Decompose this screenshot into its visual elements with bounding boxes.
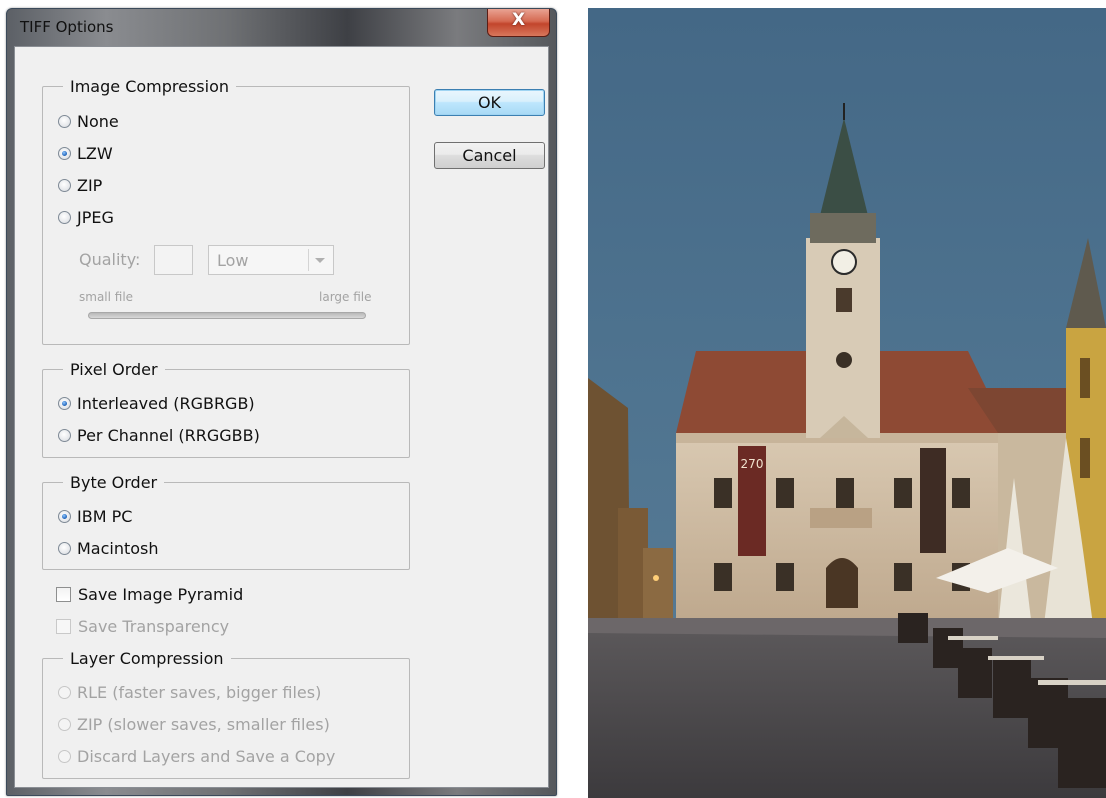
town-hall-photo-illustration: 270 — [588, 8, 1106, 798]
radio-indicator — [58, 685, 71, 699]
compression-zip-radio[interactable]: ZIP — [58, 174, 102, 196]
layer-compression-zip-radio[interactable]: ZIP (slower saves, smaller files) — [58, 713, 330, 735]
town-hall-photo: 270 — [588, 8, 1106, 798]
pixel-order-per-channel-label: Per Channel (RRGGBB) — [77, 425, 260, 445]
close-icon: X — [511, 10, 526, 30]
quality-slider[interactable] — [88, 312, 366, 319]
byte-order-legend: Byte Order — [70, 473, 158, 492]
byte-order-ibm-pc-radio[interactable]: IBM PC — [58, 505, 132, 527]
layer-compression-discard-label: Discard Layers and Save a Copy — [77, 746, 336, 766]
save-transparency-label: Save Transparency — [78, 616, 230, 636]
radio-indicator-selected — [58, 396, 71, 410]
checkbox-box — [56, 618, 71, 634]
quality-dropdown-value: Low — [217, 251, 249, 270]
ok-button[interactable]: OK — [434, 89, 545, 116]
compression-none-label: None — [77, 111, 119, 131]
quality-label: Quality: — [79, 250, 141, 269]
radio-indicator — [58, 210, 71, 224]
layer-compression-legend: Layer Compression — [70, 649, 224, 668]
layer-compression-zip-label: ZIP (slower saves, smaller files) — [77, 714, 330, 734]
banner-text: 270 — [741, 457, 764, 471]
pixel-order-legend: Pixel Order — [70, 360, 158, 379]
dropdown-divider — [308, 249, 309, 271]
dialog-body: Image Compression None LZW ZIP JPEG Qual… — [14, 46, 549, 788]
small-file-label: small file — [79, 290, 134, 304]
pixel-order-interleaved-label: Interleaved (RGBRGB) — [77, 393, 255, 413]
layer-compression-rle-radio[interactable]: RLE (faster saves, bigger files) — [58, 681, 321, 703]
compression-jpeg-label: JPEG — [77, 207, 114, 227]
chevron-down-icon — [315, 258, 325, 263]
image-compression-legend: Image Compression — [70, 77, 230, 96]
radio-indicator-selected — [58, 146, 71, 160]
close-button[interactable]: X — [487, 9, 550, 37]
pixel-order-interleaved-radio[interactable]: Interleaved (RGBRGB) — [58, 392, 255, 414]
layer-compression-discard-radio[interactable]: Discard Layers and Save a Copy — [58, 745, 335, 767]
byte-order-macintosh-radio[interactable]: Macintosh — [58, 537, 159, 559]
radio-indicator — [58, 428, 71, 442]
radio-indicator — [58, 541, 71, 555]
radio-indicator — [58, 717, 71, 731]
pixel-order-per-channel-radio[interactable]: Per Channel (RRGGBB) — [58, 424, 260, 446]
layer-compression-rle-label: RLE (faster saves, bigger files) — [77, 682, 322, 702]
quality-dropdown[interactable]: Low — [208, 245, 334, 275]
compression-lzw-label: LZW — [77, 143, 113, 163]
checkbox-box — [56, 586, 71, 602]
radio-indicator — [58, 749, 71, 763]
large-file-label: large file — [319, 290, 372, 304]
save-transparency-checkbox[interactable]: Save Transparency — [56, 615, 229, 637]
byte-order-ibm-pc-label: IBM PC — [77, 506, 133, 526]
compression-jpeg-radio[interactable]: JPEG — [58, 206, 114, 228]
compression-lzw-radio[interactable]: LZW — [58, 142, 113, 164]
dialog-title: TIFF Options — [20, 18, 114, 36]
radio-indicator — [58, 114, 71, 128]
cancel-button[interactable]: Cancel — [434, 142, 545, 169]
byte-order-macintosh-label: Macintosh — [77, 538, 159, 558]
radio-indicator — [58, 178, 71, 192]
compression-zip-label: ZIP — [77, 175, 103, 195]
save-image-pyramid-label: Save Image Pyramid — [78, 584, 244, 604]
radio-indicator-selected — [58, 509, 71, 523]
title-bar[interactable]: TIFF Options X — [7, 9, 556, 46]
save-image-pyramid-checkbox[interactable]: Save Image Pyramid — [56, 583, 243, 605]
quality-input[interactable] — [154, 245, 193, 275]
tiff-options-dialog: TIFF Options X Image Compression None LZ… — [6, 8, 557, 796]
compression-none-radio[interactable]: None — [58, 110, 119, 132]
